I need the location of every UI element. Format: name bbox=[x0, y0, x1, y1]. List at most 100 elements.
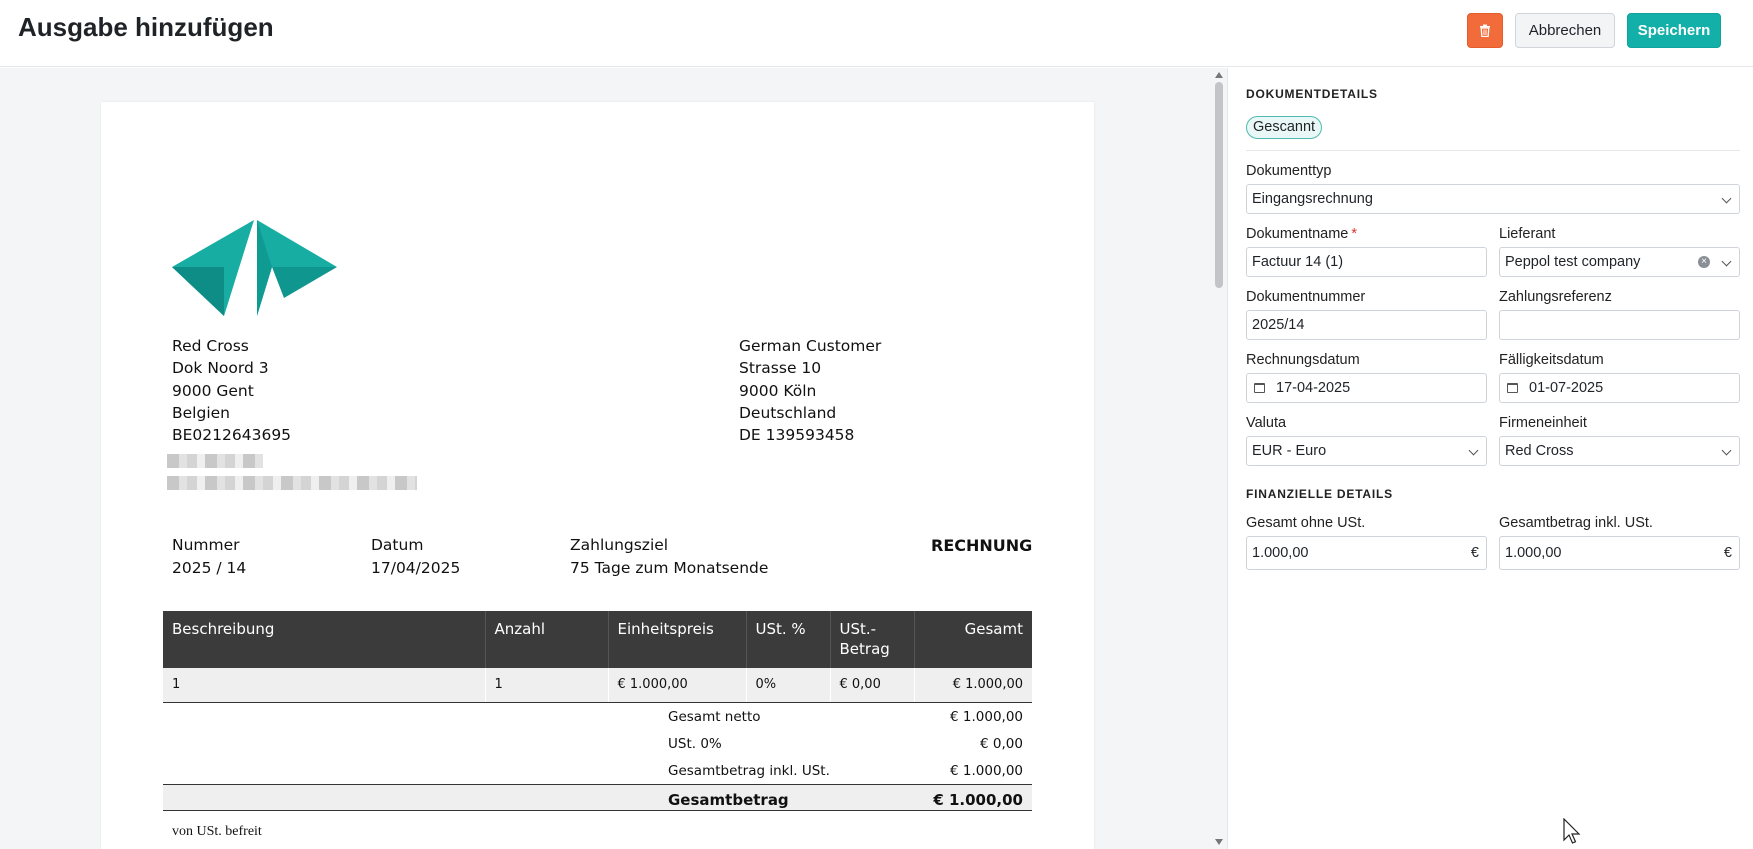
chevron-down-icon bbox=[1721, 256, 1732, 267]
invoice-date-value: 17-04-2025 bbox=[1276, 380, 1351, 396]
gross-total-label: Gesamtbetrag inkl. USt. bbox=[1499, 515, 1653, 531]
net-total-input[interactable]: 1.000,00 € bbox=[1246, 536, 1487, 570]
chevron-down-icon bbox=[1721, 445, 1732, 456]
table-row: 1 1 € 1.000,00 0% € 0,00 € 1.000,00 bbox=[163, 668, 1032, 703]
doc-name-label: Dokumentname * bbox=[1246, 226, 1357, 242]
table-cell: 0% bbox=[746, 668, 831, 703]
clear-icon[interactable]: × bbox=[1698, 256, 1710, 268]
mouse-cursor-icon bbox=[1563, 818, 1581, 844]
doc-name-label-text: Dokumentname bbox=[1246, 226, 1349, 242]
delete-button[interactable] bbox=[1467, 13, 1503, 48]
table-cell: € 1.000,00 bbox=[914, 668, 1032, 703]
invoice-page: Red Cross Dok Noord 3 9000 Gent Belgien … bbox=[101, 102, 1094, 849]
currency-value: EUR - Euro bbox=[1252, 443, 1327, 459]
currency-select[interactable]: EUR - Euro bbox=[1246, 436, 1487, 466]
net-total-value: 1.000,00 bbox=[1252, 545, 1309, 561]
sender-line: Belgien bbox=[172, 403, 230, 422]
total-label: Gesamt netto bbox=[668, 709, 761, 725]
currency-symbol: € bbox=[1470, 545, 1479, 561]
line-items-table: Beschreibung Anzahl Einheitspreis USt. %… bbox=[163, 611, 1032, 703]
column-header: USt.-Betrag bbox=[830, 611, 915, 668]
sender-line: Dok Noord 3 bbox=[172, 359, 269, 378]
doc-name-input[interactable]: Factuur 14 (1) bbox=[1246, 247, 1487, 277]
supplier-value: Peppol test company bbox=[1505, 254, 1641, 270]
table-cell: € 0,00 bbox=[830, 668, 915, 703]
table-cell: € 1.000,00 bbox=[608, 668, 747, 703]
total-label: Gesamtbetrag inkl. USt. bbox=[668, 763, 830, 779]
doc-type-select[interactable]: Eingangsrechnung bbox=[1246, 184, 1740, 214]
grand-total-label: Gesamtbetrag bbox=[668, 791, 789, 809]
chevron-down-icon bbox=[1468, 445, 1479, 456]
page-title: Ausgabe hinzufügen bbox=[18, 12, 274, 42]
meta-label: Datum bbox=[371, 536, 424, 554]
calendar-icon bbox=[1254, 383, 1265, 393]
chevron-down-icon bbox=[1721, 193, 1732, 204]
scroll-thumb[interactable] bbox=[1215, 82, 1223, 288]
currency-symbol: € bbox=[1723, 545, 1732, 561]
invoice-date-picker[interactable]: 17-04-2025 bbox=[1246, 373, 1487, 403]
doc-type-value: Eingangsrechnung bbox=[1252, 191, 1373, 207]
divider bbox=[1246, 150, 1740, 151]
due-date-label: Fälligkeitsdatum bbox=[1499, 352, 1604, 368]
recipient-line: Deutschland bbox=[739, 403, 837, 422]
recipient-line: 9000 Köln bbox=[739, 381, 817, 400]
meta-value: 17/04/2025 bbox=[371, 559, 461, 577]
sender-line: Red Cross bbox=[172, 337, 249, 355]
table-header-row: Beschreibung Anzahl Einheitspreis USt. %… bbox=[163, 611, 1032, 668]
sender-line: BE0212643695 bbox=[172, 426, 292, 445]
required-mark: * bbox=[1351, 226, 1358, 242]
status-badge: Gescannt bbox=[1246, 116, 1323, 139]
recipient-address: German Customer Strasse 10 9000 Köln Deu… bbox=[739, 335, 881, 446]
table-cell: 1 bbox=[163, 668, 486, 703]
company-unit-value: Red Cross bbox=[1505, 443, 1574, 459]
meta-value: 75 Tage zum Monatsende bbox=[570, 559, 769, 577]
doc-number-input[interactable]: 2025/14 bbox=[1246, 310, 1487, 340]
financial-details-heading: FINANZIELLE DETAILS bbox=[1246, 487, 1393, 501]
sender-address: Red Cross Dok Noord 3 9000 Gent Belgien … bbox=[172, 335, 291, 446]
gross-total-value: 1.000,00 bbox=[1505, 545, 1562, 561]
scroll-down-arrow-icon[interactable] bbox=[1215, 839, 1223, 845]
payment-ref-input[interactable] bbox=[1499, 310, 1740, 340]
column-header: Anzahl bbox=[485, 611, 609, 668]
document-viewer[interactable]: Red Cross Dok Noord 3 9000 Gent Belgien … bbox=[0, 68, 1227, 849]
totals-block: Gesamt netto € 1.000,00 USt. 0% € 0,00 G… bbox=[163, 703, 1032, 811]
calendar-icon bbox=[1507, 383, 1518, 393]
cancel-button[interactable]: Abbrechen bbox=[1515, 13, 1615, 48]
details-sidebar: DOKUMENTDETAILS Gescannt Dokumenttyp Ein… bbox=[1227, 68, 1753, 849]
recipient-line: DE 139593458 bbox=[739, 426, 855, 445]
gross-total-input[interactable]: 1.000,00 € bbox=[1499, 536, 1740, 570]
payment-ref-label: Zahlungsreferenz bbox=[1499, 289, 1612, 305]
due-date-picker[interactable]: 01-07-2025 bbox=[1499, 373, 1740, 403]
doc-number-value: 2025/14 bbox=[1252, 317, 1305, 333]
save-button[interactable]: Speichern bbox=[1627, 13, 1721, 48]
currency-label: Valuta bbox=[1246, 415, 1287, 431]
column-header: Beschreibung bbox=[163, 611, 486, 668]
company-logo bbox=[172, 220, 337, 316]
invoice-date-block: Datum 17/04/2025 bbox=[371, 534, 460, 580]
total-value: € 0,00 bbox=[980, 736, 1023, 752]
column-header: Einheitspreis bbox=[608, 611, 747, 668]
total-label: USt. 0% bbox=[668, 736, 722, 752]
sender-line: 9000 Gent bbox=[172, 381, 254, 400]
net-total-label: Gesamt ohne USt. bbox=[1246, 515, 1366, 531]
meta-label: Zahlungsziel bbox=[570, 536, 669, 554]
grand-total-value: € 1.000,00 bbox=[933, 791, 1023, 809]
redacted-line bbox=[167, 454, 263, 468]
redacted-line bbox=[167, 476, 417, 490]
scroll-up-arrow-icon[interactable] bbox=[1215, 72, 1223, 78]
column-header: USt. % bbox=[746, 611, 831, 668]
grand-total-row: Gesamtbetrag € 1.000,00 bbox=[163, 784, 1032, 811]
supplier-select[interactable]: Peppol test company × bbox=[1499, 247, 1740, 277]
company-unit-select[interactable]: Red Cross bbox=[1499, 436, 1740, 466]
meta-value: 2025 / 14 bbox=[172, 559, 247, 577]
trash-icon bbox=[1480, 24, 1490, 37]
recipient-line: Strasse 10 bbox=[739, 359, 822, 378]
invoice-number-block: Nummer 2025 / 14 bbox=[172, 534, 246, 580]
column-header: Gesamt bbox=[914, 611, 1032, 668]
document-details-heading: DOKUMENTDETAILS bbox=[1246, 87, 1378, 101]
table-cell: 1 bbox=[485, 668, 609, 703]
doc-number-label: Dokumentnummer bbox=[1246, 289, 1366, 305]
due-date-value: 01-07-2025 bbox=[1529, 380, 1604, 396]
invoice-title: RECHNUNG bbox=[931, 536, 1033, 555]
viewer-scrollbar[interactable] bbox=[1212, 68, 1226, 849]
